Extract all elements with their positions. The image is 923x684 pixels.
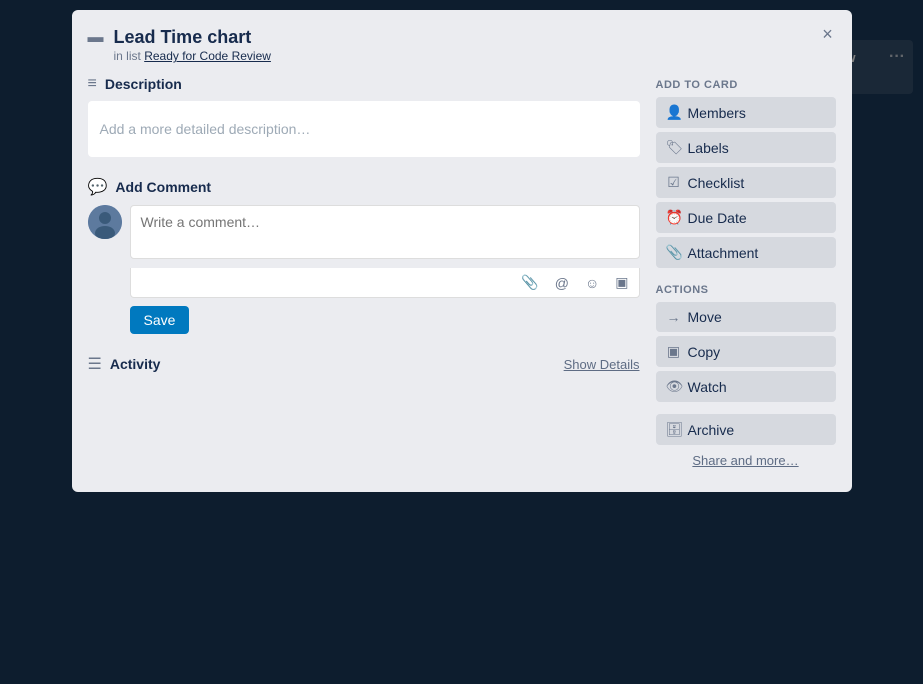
labels-icon: 🏷 <box>666 139 682 156</box>
card-button[interactable]: ▣ <box>611 272 632 293</box>
activity-section: ☰ Activity Show Details <box>88 354 640 374</box>
due-date-icon: ⏰ <box>666 209 682 226</box>
modal-header-text: Lead Time chart in list Ready for Code R… <box>114 26 271 63</box>
comment-toolbar: 📎 @ ☺ ▣ <box>130 268 640 298</box>
archive-button[interactable]: 🗄 Archive <box>656 414 836 445</box>
comment-input-wrapper: 📎 @ ☺ ▣ Save <box>130 205 640 334</box>
description-title: Description <box>105 76 182 92</box>
archive-icon: 🗄 <box>666 421 682 438</box>
checklist-label: Checklist <box>688 175 745 191</box>
attach-button[interactable]: 📎 <box>517 272 542 293</box>
checklist-icon: ☑ <box>666 174 682 191</box>
copy-label: Copy <box>688 344 721 360</box>
list-name-link[interactable]: Ready for Code Review <box>144 49 271 63</box>
activity-icon: ☰ <box>88 354 102 374</box>
labels-label: Labels <box>688 140 729 156</box>
move-label: Move <box>688 309 722 325</box>
attachment-icon: 📎 <box>666 244 682 261</box>
card-title: Lead Time chart <box>114 26 271 49</box>
due-date-label: Due Date <box>688 210 747 226</box>
watch-button[interactable]: 👁 Watch <box>656 371 836 402</box>
members-label: Members <box>688 105 746 121</box>
modal-close-button[interactable]: × <box>814 20 842 48</box>
modal-left-column: ≡ Description Add a more detailed descri… <box>88 75 640 468</box>
comment-icon: 💬 <box>88 177 108 197</box>
copy-button[interactable]: ▣ Copy <box>656 336 836 367</box>
comment-section-title: Add Comment <box>115 179 211 195</box>
emoji-button[interactable]: ☺ <box>581 272 603 293</box>
labels-button[interactable]: 🏷 Labels <box>656 132 836 163</box>
activity-header-row: ☰ Activity Show Details <box>88 354 640 374</box>
attachment-button[interactable]: 📎 Attachment <box>656 237 836 268</box>
due-date-button[interactable]: ⏰ Due Date <box>656 202 836 233</box>
modal-header: ▬ Lead Time chart in list Ready for Code… <box>88 26 836 63</box>
share-more-button[interactable]: Share and more… <box>656 453 836 468</box>
watch-icon: 👁 <box>666 378 682 395</box>
show-details-button[interactable]: Show Details <box>564 357 640 372</box>
members-icon: 👤 <box>666 104 682 121</box>
members-button[interactable]: 👤 Members <box>656 97 836 128</box>
checklist-button[interactable]: ☑ Checklist <box>656 167 836 198</box>
description-icon: ≡ <box>88 75 97 93</box>
add-to-card-heading: ADD TO CARD <box>656 79 836 91</box>
activity-header: ☰ Activity <box>88 354 161 374</box>
sidebar-divider <box>656 272 836 280</box>
card-list-reference: in list Ready for Code Review <box>114 49 271 63</box>
attachment-label: Attachment <box>688 245 759 261</box>
card-modal: × ▬ Lead Time chart in list Ready for Co… <box>72 10 852 492</box>
actions-heading: ACTIONS <box>656 284 836 296</box>
mention-button[interactable]: @ <box>551 272 573 293</box>
description-placeholder[interactable]: Add a more detailed description… <box>88 101 640 157</box>
move-icon: → <box>666 309 682 325</box>
card-type-icon: ▬ <box>88 29 104 47</box>
description-section: ≡ Description Add a more detailed descri… <box>88 75 640 157</box>
modal-overlay: × ▬ Lead Time chart in list Ready for Co… <box>0 0 923 684</box>
comment-input[interactable] <box>130 205 640 259</box>
modal-body: ≡ Description Add a more detailed descri… <box>88 75 836 468</box>
watch-label: Watch <box>688 379 727 395</box>
description-header: ≡ Description <box>88 75 640 93</box>
modal-right-sidebar: ADD TO CARD 👤 Members 🏷 Labels ☑ Checkli… <box>656 75 836 468</box>
user-avatar <box>88 205 122 239</box>
archive-label: Archive <box>688 422 735 438</box>
save-comment-button[interactable]: Save <box>130 306 190 334</box>
sidebar-divider-2 <box>656 406 836 414</box>
comment-area: 📎 @ ☺ ▣ Save <box>88 205 640 334</box>
copy-icon: ▣ <box>666 343 682 360</box>
move-button[interactable]: → Move <box>656 302 836 332</box>
activity-title: Activity <box>110 356 161 372</box>
comment-section-header: 💬 Add Comment <box>88 177 640 197</box>
add-comment-section: 💬 Add Comment <box>88 177 640 334</box>
